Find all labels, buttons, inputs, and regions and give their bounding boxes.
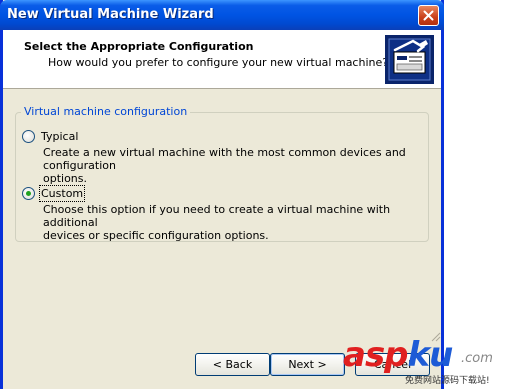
header-panel: Select the Appropriate Configuration How… [3, 30, 441, 89]
option-typical-description: Create a new virtual machine with the mo… [43, 146, 423, 185]
close-button[interactable] [418, 5, 439, 26]
radio-custom[interactable] [22, 187, 35, 200]
option-custom-label[interactable]: Custom [38, 185, 86, 202]
title-bar[interactable]: New Virtual Machine Wizard [0, 0, 444, 30]
radio-typical[interactable] [22, 130, 35, 143]
option-custom-description: Choose this option if you need to create… [43, 203, 423, 242]
header-subtitle: How would you prefer to configure your n… [48, 56, 389, 69]
config-group-label: Virtual machine configuration [21, 105, 191, 118]
close-icon [423, 10, 434, 21]
window-title: New Virtual Machine Wizard [7, 7, 214, 22]
option-custom-desc-line1: Choose this option if you need to create… [43, 203, 391, 229]
resize-grip-icon[interactable] [429, 330, 441, 342]
back-button[interactable]: < Back [195, 353, 270, 376]
option-typical-label[interactable]: Typical [41, 130, 78, 143]
option-typical-desc-line2: options. [43, 172, 88, 185]
vm-wizard-icon [385, 35, 434, 84]
wizard-window: New Virtual Machine Wizard Select the Ap… [0, 0, 444, 389]
header-title: Select the Appropriate Configuration [24, 40, 254, 53]
option-typical-desc-line1: Create a new virtual machine with the mo… [43, 146, 406, 172]
cancel-button[interactable]: Cancel [355, 353, 430, 376]
watermark-domain: .com [461, 351, 493, 366]
option-custom-desc-line2: devices or specific configuration option… [43, 229, 269, 242]
next-button[interactable]: Next > [270, 353, 345, 376]
